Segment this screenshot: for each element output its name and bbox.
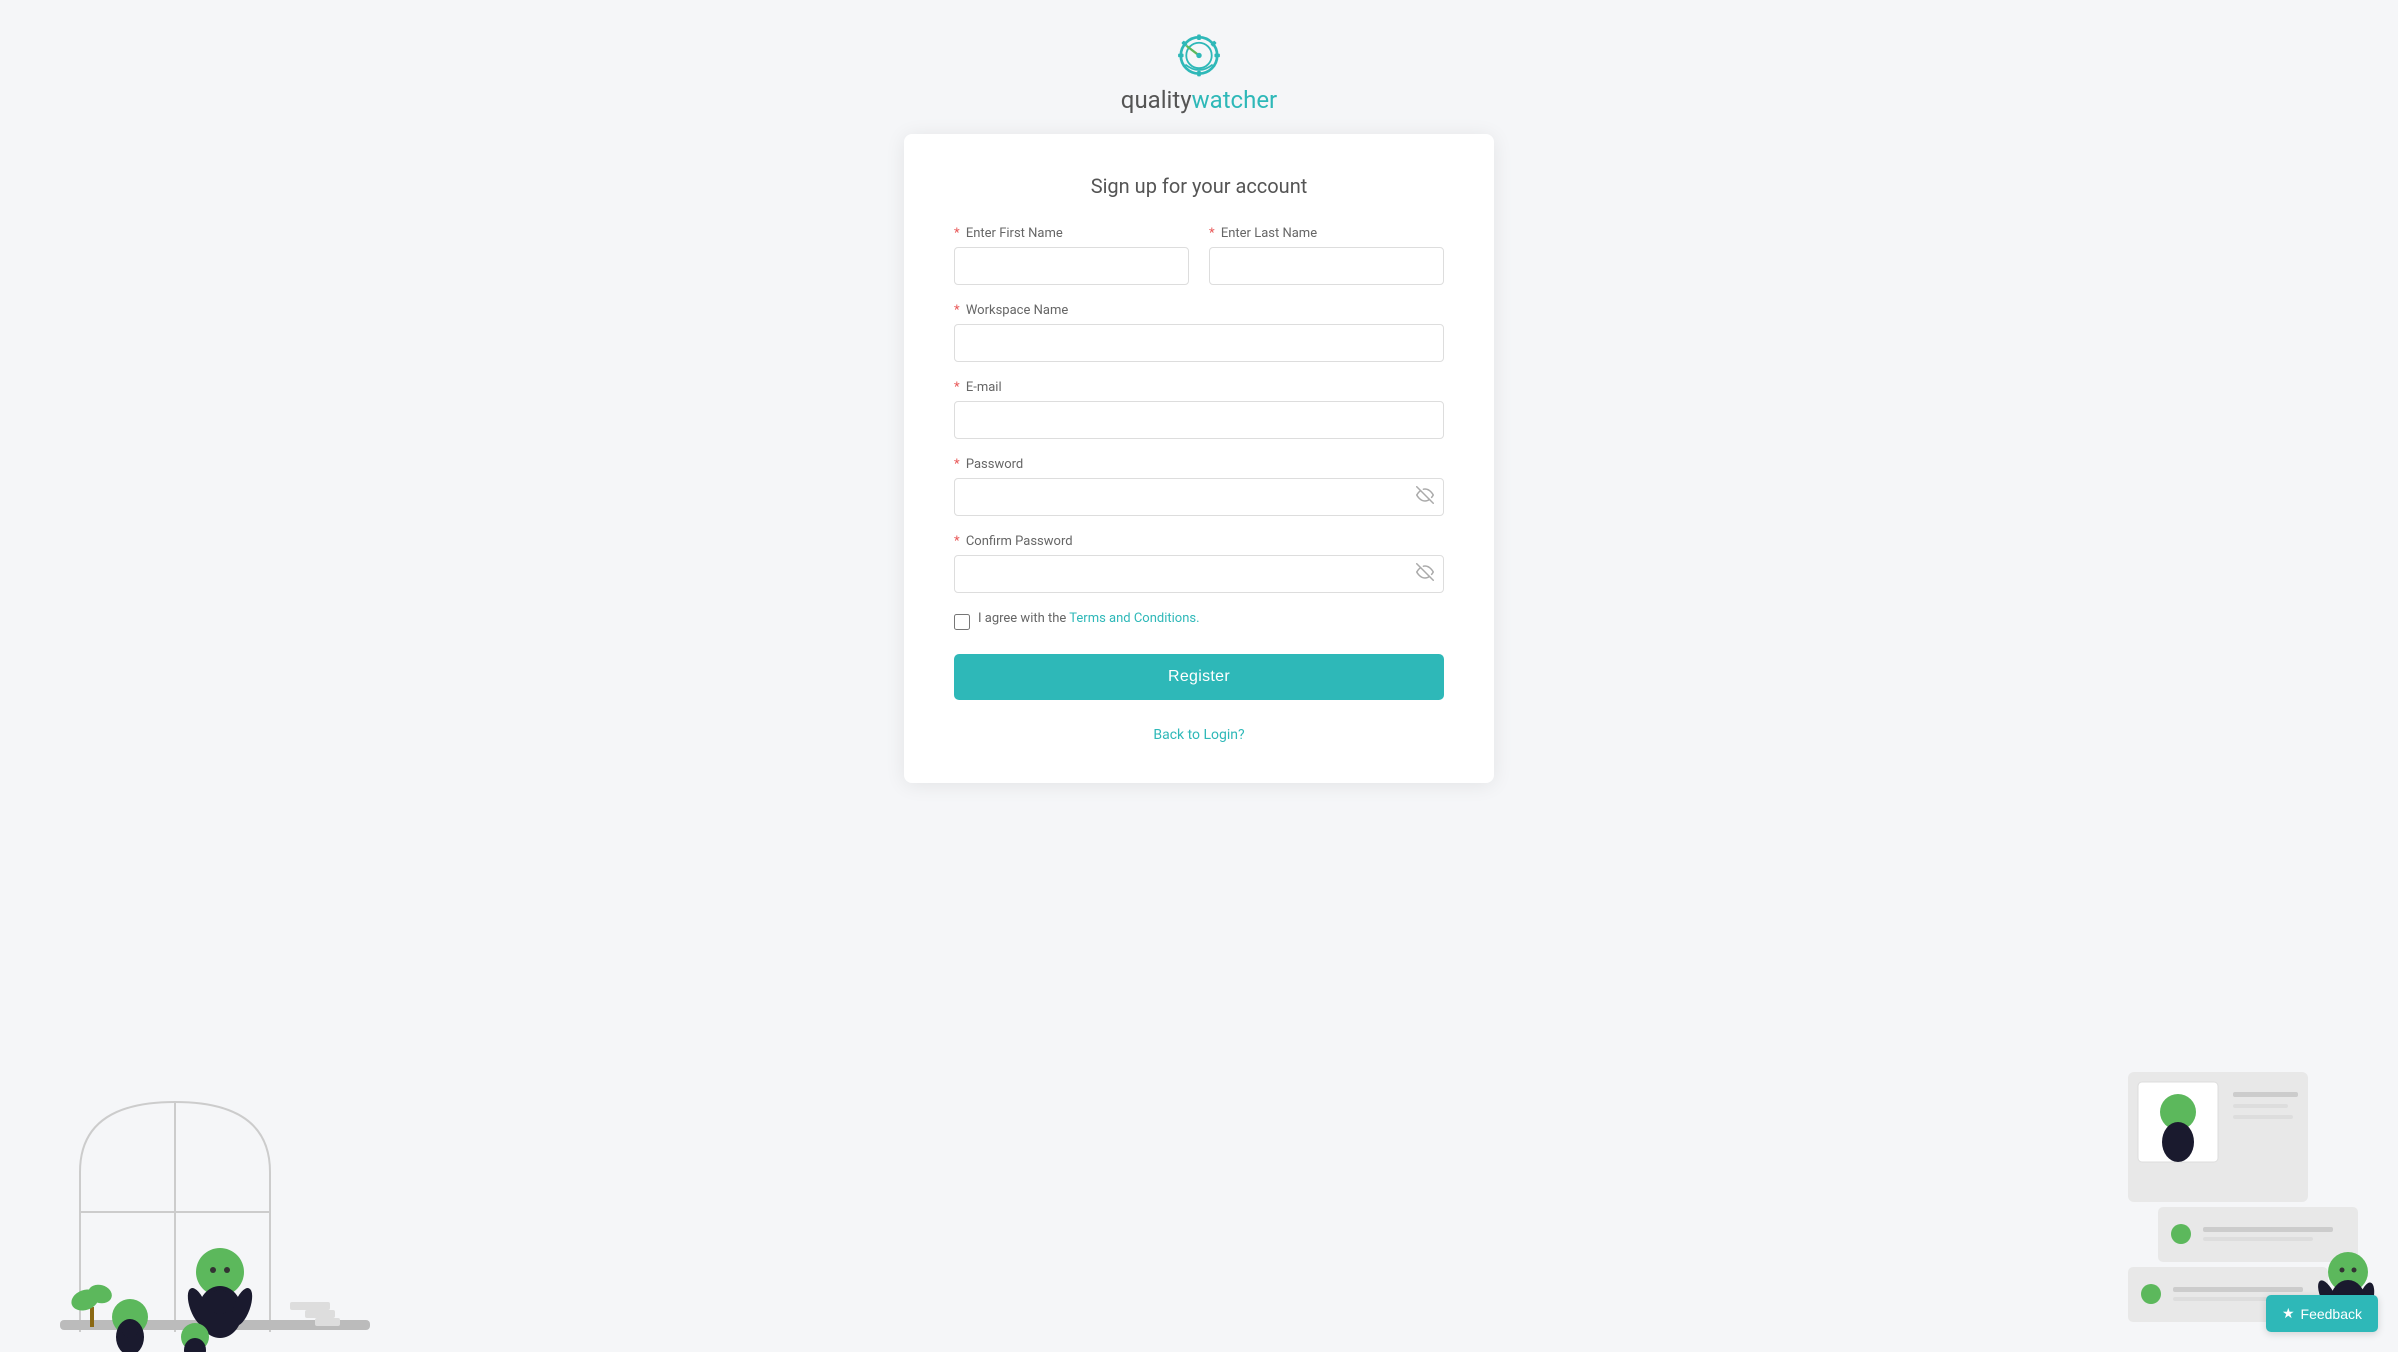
last-name-group: * Enter Last Name	[1209, 226, 1444, 285]
terms-row: I agree with the Terms and Conditions.	[954, 611, 1444, 632]
register-button[interactable]: Register	[954, 654, 1444, 700]
email-input[interactable]	[954, 401, 1444, 439]
feedback-button[interactable]: ★ Feedback	[2266, 1295, 2378, 1332]
first-name-label: * Enter First Name	[954, 226, 1189, 241]
workspace-label: * Workspace Name	[954, 303, 1444, 318]
email-group: * E-mail	[954, 380, 1444, 439]
name-row: * Enter First Name * Enter Last Name	[954, 226, 1444, 285]
workspace-input[interactable]	[954, 324, 1444, 362]
confirm-password-input[interactable]	[954, 555, 1444, 593]
confirm-password-label: * Confirm Password	[954, 534, 1444, 549]
workspace-group: * Workspace Name	[954, 303, 1444, 362]
feedback-label: Feedback	[2301, 1306, 2362, 1322]
password-input-wrapper	[954, 478, 1444, 516]
card-title: Sign up for your account	[954, 174, 1444, 198]
back-login-link[interactable]: Back to Login?	[1153, 727, 1244, 743]
confirm-password-visibility-toggle[interactable]	[1416, 563, 1434, 585]
password-group: * Password	[954, 457, 1444, 516]
first-name-group: * Enter First Name	[954, 226, 1189, 285]
feedback-star-icon: ★	[2282, 1305, 2295, 1322]
signup-card: Sign up for your account * Enter First N…	[904, 134, 1494, 783]
logo-text: qualitywatcher	[1121, 86, 1277, 114]
password-visibility-toggle[interactable]	[1416, 486, 1434, 508]
confirm-password-group: * Confirm Password	[954, 534, 1444, 593]
confirm-password-input-wrapper	[954, 555, 1444, 593]
logo-area: qualitywatcher	[1121, 30, 1277, 114]
last-name-label: * Enter Last Name	[1209, 226, 1444, 241]
last-name-input[interactable]	[1209, 247, 1444, 285]
password-input[interactable]	[954, 478, 1444, 516]
email-label: * E-mail	[954, 380, 1444, 395]
password-label: * Password	[954, 457, 1444, 472]
left-illustration	[0, 1012, 380, 1352]
first-name-input[interactable]	[954, 247, 1189, 285]
logo-icon	[1164, 30, 1234, 80]
terms-label: I agree with the Terms and Conditions.	[978, 611, 1200, 626]
terms-checkbox[interactable]	[954, 614, 970, 630]
back-login-area: Back to Login?	[954, 724, 1444, 743]
terms-link[interactable]: Terms and Conditions.	[1069, 611, 1199, 626]
